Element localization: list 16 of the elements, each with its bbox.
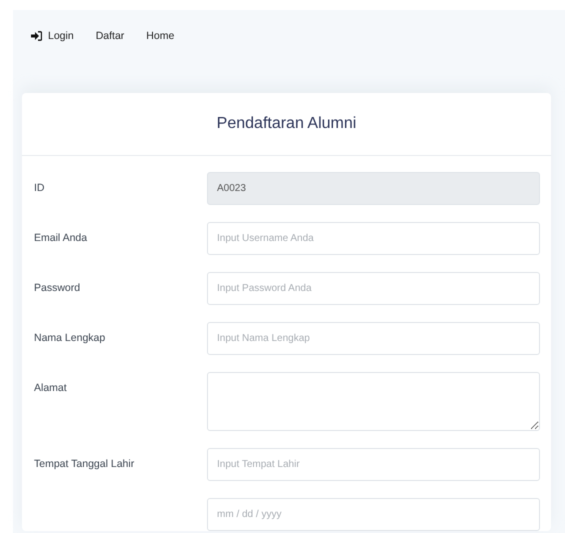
- input-field[interactable]: Input Username Anda: [207, 222, 540, 255]
- nav-link[interactable]: Daftar: [96, 30, 124, 42]
- field-label: Nama Lengkap: [34, 332, 106, 344]
- address-field[interactable]: [207, 372, 540, 431]
- field-label: Alamat: [34, 382, 67, 394]
- field-label: ID: [34, 182, 44, 194]
- input-field[interactable]: mm / dd / yyyy: [207, 498, 540, 531]
- form-title: Pendaftaran Alumni: [216, 115, 356, 133]
- nav-link[interactable]: Login: [31, 30, 74, 42]
- field-label: Email Anda: [34, 232, 88, 244]
- nav-link[interactable]: Home: [146, 30, 174, 42]
- field-label: Password: [34, 282, 80, 294]
- field-label: Tempat Tanggal Lahir: [34, 458, 134, 470]
- input-field[interactable]: Input Tempat Lahir: [207, 448, 540, 481]
- input-field[interactable]: Input Password Anda: [207, 272, 540, 305]
- input-field[interactable]: Input Nama Lengkap: [207, 322, 540, 355]
